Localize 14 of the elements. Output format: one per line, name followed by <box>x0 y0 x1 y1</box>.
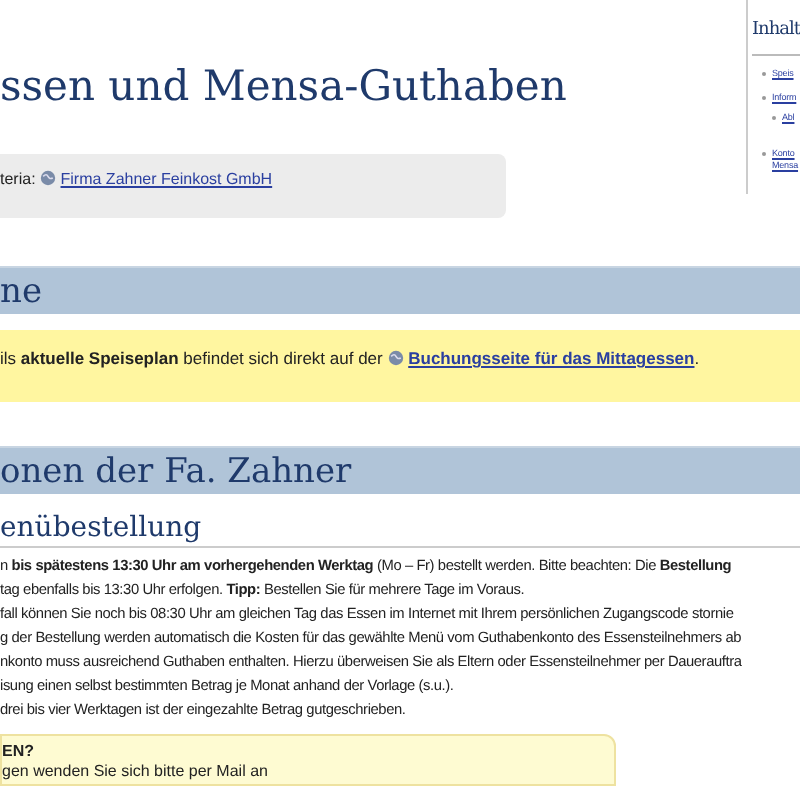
section-heading: ne <box>0 266 800 314</box>
toc-title: Inhalt <box>752 20 800 56</box>
info-box-title: EN? <box>2 742 36 762</box>
caterer-link[interactable]: Firma Zahner Feinkost GmbH <box>60 170 273 188</box>
page-title: ssen und Mensa-Guthaben <box>0 60 569 112</box>
info-box-text: gen wenden Sie sich bitte per Mail an <box>2 762 270 782</box>
globe-icon <box>387 350 404 366</box>
notice-period: . <box>694 348 700 368</box>
caterer-label: teria: <box>0 170 36 188</box>
notice-text: ils aktuelle Speiseplan befindet sich direkt auf der <box>0 348 383 368</box>
subsection-heading: enübestellung <box>0 512 800 548</box>
booking-link[interactable]: Buchungsseite für das Mittagessen <box>408 348 695 368</box>
section-heading: onen der Fa. Zahner <box>0 446 800 494</box>
globe-icon <box>40 170 57 186</box>
